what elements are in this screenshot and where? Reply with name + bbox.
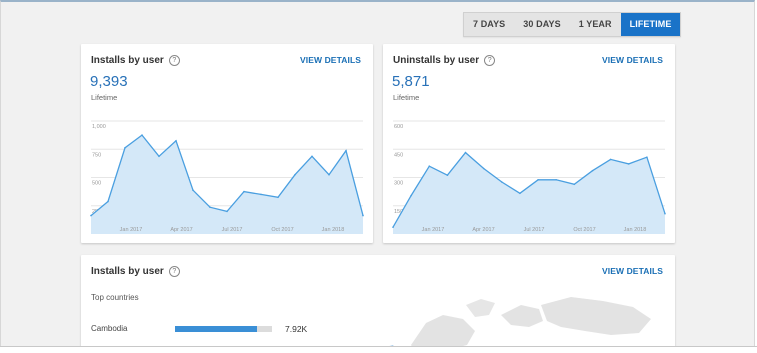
range-30-days-button[interactable]: 30 DAYS — [514, 13, 569, 36]
uninstalls-chart: 600450300150Jan 2017 Apr 2017 Jul 2017 Oct … — [392, 120, 666, 234]
y-tick-label: 750 — [92, 152, 101, 158]
countries-card-title: Installs by user ? — [91, 266, 180, 277]
country-name: Cambodia — [91, 324, 128, 333]
data-point — [464, 151, 467, 154]
data-point — [328, 173, 330, 176]
y-tick-label: 300 — [394, 181, 403, 187]
top-countries-label: Top countries — [91, 293, 139, 302]
data-point — [277, 196, 279, 199]
data-point — [392, 226, 394, 228]
series-area — [393, 152, 665, 234]
date-range-toggle: 7 DAYS 30 DAYS 1 YEAR LIFETIME — [463, 12, 682, 37]
data-point — [446, 174, 449, 176]
data-point — [646, 156, 648, 158]
data-point — [311, 155, 313, 158]
data-point — [158, 155, 160, 158]
world-map[interactable] — [371, 275, 671, 346]
data-point — [260, 193, 262, 196]
y-tick-label: 1,000 — [92, 124, 106, 130]
data-point — [141, 134, 143, 136]
x-tick-label: Jan 2017 — [422, 227, 445, 233]
data-point — [226, 210, 228, 213]
series-area — [91, 135, 363, 234]
x-tick-label: Jul 2017 — [222, 227, 243, 233]
data-point — [519, 192, 521, 195]
data-point — [664, 212, 666, 215]
x-tick-label: Jul 2017 — [524, 227, 545, 233]
data-point — [627, 163, 630, 165]
installs-chart: 1,000750500250Jan 2017Apr 2017Jul 2017Oc… — [90, 120, 364, 234]
countries-card: Installs by user ? VIEW DETAILS Top coun… — [81, 255, 675, 346]
installs-card: Installs by user ? VIEW DETAILS 9,393 Li… — [81, 44, 373, 243]
data-point — [501, 181, 503, 183]
range-7-days-button[interactable]: 7 DAYS — [464, 13, 514, 36]
data-point — [428, 165, 431, 167]
y-tick-label: 500 — [92, 181, 101, 187]
country-row[interactable]: Cambodia 7.92K — [91, 323, 371, 335]
data-point — [609, 158, 612, 161]
y-tick-label: 450 — [394, 152, 403, 158]
app-frame: 7 DAYS 30 DAYS 1 YEAR LIFETIME Installs … — [0, 0, 755, 346]
data-point — [192, 189, 194, 191]
data-point — [482, 167, 485, 170]
data-point — [124, 147, 126, 149]
country-bar-track — [175, 326, 272, 332]
uninstalls-card: Uninstalls by user ? VIEW DETAILS 5,871 … — [383, 44, 675, 243]
x-tick-label: Apr 2017 — [170, 227, 192, 233]
data-point — [410, 194, 412, 197]
data-point — [537, 179, 539, 181]
country-bar-fill — [175, 326, 258, 332]
data-point — [107, 200, 109, 203]
data-point — [555, 179, 557, 181]
data-point — [90, 214, 92, 217]
x-tick-label: Jan 2017 — [120, 227, 143, 233]
data-point — [294, 173, 296, 176]
map-landmass-asia — [541, 297, 651, 335]
range-1-year-button[interactable]: 1 YEAR — [570, 13, 621, 36]
x-tick-label: Oct 2017 — [573, 227, 595, 233]
data-point — [573, 183, 576, 186]
map-landmass-greenland — [466, 299, 495, 317]
data-point — [243, 190, 245, 193]
data-point — [209, 206, 211, 208]
data-point — [591, 169, 594, 172]
range-lifetime-button[interactable]: LIFETIME — [620, 13, 681, 36]
x-tick-label: Oct 2017 — [271, 227, 293, 233]
countries-title-text: Installs by user — [91, 266, 164, 277]
x-tick-label: Jan 2018 — [624, 227, 647, 233]
data-point — [345, 149, 347, 152]
map-landmass-north-america — [411, 315, 475, 346]
bottom-divider — [0, 346, 757, 347]
y-tick-label: 600 — [394, 124, 403, 130]
x-tick-label: Jan 2018 — [322, 227, 345, 233]
map-landmass-europe — [501, 305, 543, 327]
x-tick-label: Apr 2017 — [472, 227, 494, 233]
country-value: 7.92K — [285, 324, 308, 334]
data-point — [362, 214, 364, 217]
help-icon[interactable]: ? — [168, 266, 180, 277]
data-point — [175, 140, 177, 142]
